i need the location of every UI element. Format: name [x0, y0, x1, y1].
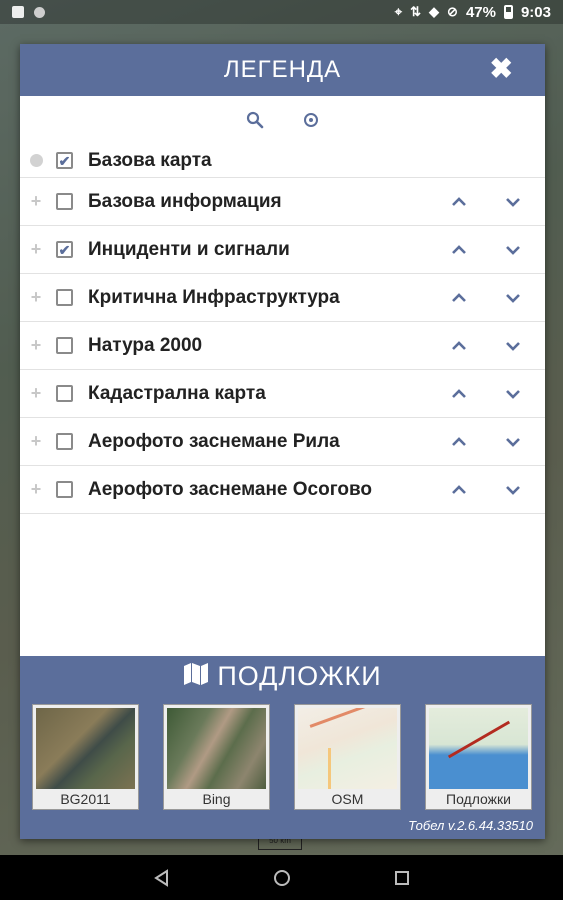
- move-up-icon[interactable]: [447, 238, 471, 262]
- layer-label: Натура 2000: [88, 334, 203, 356]
- basemap-podlozhki[interactable]: Подложки: [425, 704, 532, 810]
- recents-icon[interactable]: [390, 866, 414, 890]
- layer-row: + Базова информация: [20, 178, 545, 226]
- locate-icon[interactable]: [300, 109, 322, 131]
- battery-percent: 47%: [465, 3, 496, 21]
- expand-icon[interactable]: +: [29, 431, 43, 452]
- basemap-label: OSM: [295, 789, 400, 809]
- basemap-label: BG2011: [33, 789, 138, 809]
- gallery-notification-icon: [12, 6, 24, 18]
- layer-list: ✔ Базова карта + Базова информация + ✔ И…: [20, 144, 545, 514]
- location-icon: ⌖: [394, 4, 403, 19]
- move-down-icon[interactable]: [501, 238, 525, 262]
- move-up-icon[interactable]: [447, 478, 471, 502]
- expand-icon[interactable]: +: [29, 335, 43, 356]
- legend-dialog: ЛЕГЕНДА ✖ ✔ Базова карта + Базова информ…: [20, 44, 545, 839]
- data-arrows-icon: ⇅: [410, 4, 422, 19]
- basemap-bing[interactable]: Bing: [163, 704, 270, 810]
- move-down-icon[interactable]: [501, 478, 525, 502]
- layer-checkbox[interactable]: [56, 289, 73, 306]
- layer-row: + Натура 2000: [20, 322, 545, 370]
- close-icon[interactable]: ✖: [490, 55, 513, 83]
- status-bar: ⌖ ⇅ ◆ ⊘ 47% 9:03: [0, 0, 563, 24]
- layer-label: Аерофото заснемане Рила: [88, 430, 340, 452]
- expand-icon[interactable]: +: [29, 479, 43, 500]
- legend-header: ЛЕГЕНДА ✖: [20, 44, 545, 96]
- expand-icon[interactable]: +: [29, 287, 43, 308]
- move-down-icon[interactable]: [501, 286, 525, 310]
- home-icon[interactable]: [270, 866, 294, 890]
- basemap-thumbnail: [167, 708, 266, 789]
- layer-checkbox[interactable]: ✔: [56, 241, 73, 258]
- basemap-thumbnail: [429, 708, 528, 789]
- basemap-bg2011[interactable]: BG2011: [32, 704, 139, 810]
- layer-row: + Аерофото заснемане Рила: [20, 418, 545, 466]
- basemaps-title: ПОДЛОЖКИ: [217, 660, 382, 691]
- basemaps-header: ПОДЛОЖКИ: [20, 656, 545, 696]
- move-down-icon[interactable]: [501, 190, 525, 214]
- layer-row: + Критична Инфраструктура: [20, 274, 545, 322]
- move-up-icon[interactable]: [447, 286, 471, 310]
- notification-dot-icon: [34, 6, 45, 18]
- basemap-label: Bing: [164, 789, 269, 809]
- layer-checkbox[interactable]: [56, 193, 73, 210]
- layer-checkbox[interactable]: [56, 481, 73, 498]
- map-icon: [183, 662, 209, 691]
- move-up-icon[interactable]: [447, 430, 471, 454]
- layer-row: + ✔ Инциденти и сигнали: [20, 226, 545, 274]
- layer-label: Кадастрална карта: [88, 382, 266, 404]
- move-down-icon[interactable]: [501, 382, 525, 406]
- wifi-icon: ◆: [429, 4, 440, 19]
- layer-row-base-map: ✔ Базова карта: [20, 144, 545, 178]
- layer-label: Критична Инфраструктура: [88, 286, 340, 308]
- expand-icon[interactable]: +: [29, 239, 43, 260]
- version-label: Тобел v.2.6.44.33510: [20, 812, 545, 839]
- layer-row: + Кадастрална карта: [20, 370, 545, 418]
- layer-label: Аерофото заснемане Осогово: [88, 478, 373, 500]
- basemap-label: Подложки: [426, 789, 531, 809]
- layer-label: Базова карта: [88, 149, 212, 171]
- layer-row: + Аерофото заснемане Осогово: [20, 466, 545, 514]
- search-icon[interactable]: [244, 109, 266, 131]
- layer-checkbox[interactable]: [56, 337, 73, 354]
- move-up-icon[interactable]: [447, 334, 471, 358]
- mute-icon: ⊘: [447, 4, 458, 19]
- basemap-osm[interactable]: OSM: [294, 704, 401, 810]
- layer-checkbox-base-map[interactable]: ✔: [56, 152, 73, 169]
- layer-status-dot: [30, 154, 43, 167]
- expand-icon[interactable]: +: [29, 383, 43, 404]
- navigation-bar: [0, 855, 563, 900]
- status-time: 9:03: [520, 3, 551, 21]
- move-down-icon[interactable]: [501, 430, 525, 454]
- layer-checkbox[interactable]: [56, 385, 73, 402]
- legend-toolbar: [20, 96, 545, 144]
- move-up-icon[interactable]: [447, 190, 471, 214]
- layer-label: Инциденти и сигнали: [88, 238, 290, 260]
- battery-icon: [503, 5, 513, 19]
- legend-title: ЛЕГЕНДА: [223, 56, 342, 83]
- layer-checkbox[interactable]: [56, 433, 73, 450]
- expand-icon[interactable]: +: [29, 191, 43, 212]
- back-icon[interactable]: [150, 866, 174, 890]
- move-up-icon[interactable]: [447, 382, 471, 406]
- basemap-options: BG2011 Bing OSM Подложки: [20, 696, 545, 812]
- basemap-thumbnail: [298, 708, 397, 789]
- move-down-icon[interactable]: [501, 334, 525, 358]
- layer-label: Базова информация: [88, 190, 282, 212]
- basemap-thumbnail: [36, 708, 135, 789]
